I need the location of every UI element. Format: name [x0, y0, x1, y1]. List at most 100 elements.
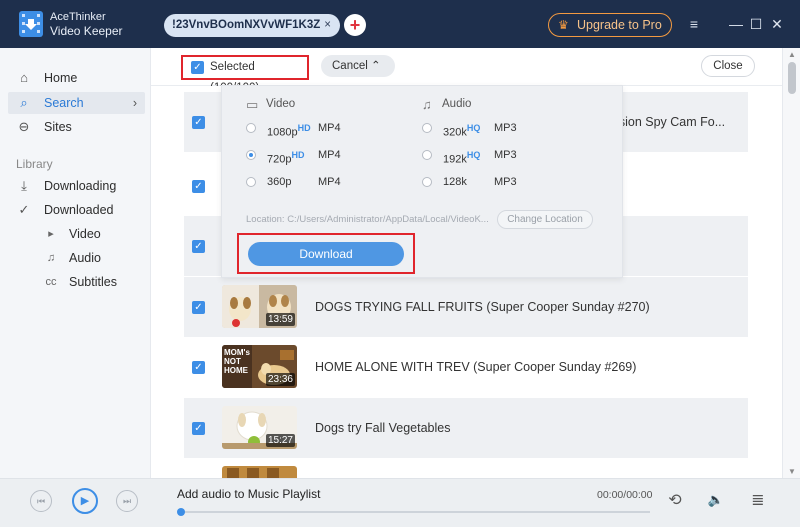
list-item[interactable] [184, 458, 748, 478]
previous-track-icon[interactable]: ⏮ [30, 490, 52, 512]
checkbox-checked-icon: ✓ [191, 61, 204, 74]
list-item[interactable]: ✓ MOM's NOT HOME 23:36 HOME ALONE WITH T… [184, 337, 748, 397]
radio-button[interactable] [422, 177, 432, 187]
maximize-icon[interactable]: ☐ [746, 12, 766, 36]
sidebar-item-label: Audio [69, 251, 101, 265]
repeat-icon[interactable]: ⟲ [664, 490, 686, 510]
cancel-button[interactable]: Cancel ⌃ [321, 55, 395, 77]
close-tab-icon[interactable]: × [324, 14, 331, 37]
cancel-label: Cancel [332, 60, 368, 72]
upgrade-label: Upgrade to Pro [577, 18, 662, 32]
change-location-button[interactable]: Change Location [497, 210, 593, 229]
hq-badge: HQ [466, 150, 481, 160]
volume-icon[interactable]: 🔈 [705, 492, 727, 508]
sidebar-item-label: Search [44, 96, 84, 110]
option-quality: 320k [443, 126, 467, 139]
video-thumbnail[interactable]: 13:59 [222, 285, 297, 328]
home-icon: ⌂ [20, 70, 28, 85]
sidebar-item-label: Sites [44, 120, 72, 134]
minimize-icon[interactable]: — [726, 12, 746, 36]
sites-icon: ⊖ [18, 119, 30, 134]
thumbnail-text: MOM's NOT HOME [224, 348, 250, 375]
play-button[interactable]: ▶ [72, 488, 98, 514]
video-option-1080p[interactable]: 1080pHD MP4 [246, 119, 376, 139]
url-tab-label: !23VnvBOomNXVvWF1K3Z [172, 19, 321, 31]
check-circle-icon: ✓ [18, 202, 30, 217]
video-title: Dogs try Fall Vegetables [315, 421, 451, 435]
list-item[interactable]: ✓ 15:27 Dogs try Fall Vegetables [184, 398, 748, 458]
menu-icon[interactable]: ≡ [684, 12, 704, 36]
row-checkbox[interactable]: ✓ [192, 301, 205, 314]
option-format: MP4 [318, 122, 341, 134]
scroll-down-icon[interactable]: ▼ [783, 467, 800, 476]
app-name-line1: AceThinker [50, 11, 106, 23]
app-name-line2: Video Keeper [50, 24, 123, 38]
library-heading: Library [16, 157, 53, 171]
video-thumbnail[interactable] [222, 466, 297, 478]
sidebar-item-subtitles[interactable]: cc Subtitles [40, 272, 145, 292]
audio-option-192k[interactable]: 192kHQ MP3 [422, 146, 552, 166]
option-quality: 192k [443, 153, 467, 166]
sidebar-item-label: Downloaded [44, 203, 114, 217]
next-track-icon[interactable]: ⏭ [116, 490, 138, 512]
audio-option-320k[interactable]: 320kHQ MP3 [422, 119, 552, 139]
video-camera-icon: ▭ [246, 97, 259, 112]
option-format: MP3 [494, 122, 517, 134]
option-format: MP4 [318, 149, 341, 161]
row-checkbox[interactable]: ✓ [192, 240, 205, 253]
row-checkbox[interactable]: ✓ [192, 180, 205, 193]
upgrade-button[interactable]: ♛ Upgrade to Pro [548, 13, 672, 37]
sidebar-item-sites[interactable]: ⊖ Sites [8, 116, 145, 138]
url-tab[interactable]: !23VnvBOomNXVvWF1K3Z × [164, 14, 340, 37]
video-option-720p[interactable]: 720pHD MP4 [246, 146, 376, 166]
video-thumbnail[interactable]: MOM's NOT HOME 23:36 [222, 345, 297, 388]
select-all-checkbox[interactable]: ✓ Selected (100/100) [181, 55, 309, 94]
option-quality: 128k [443, 176, 467, 188]
app-name: AceThinker Video Keeper [50, 10, 123, 38]
sidebar-item-downloading[interactable]: ⤓ Downloading [8, 175, 145, 197]
duration-badge: 15:27 [265, 434, 295, 447]
radio-button[interactable] [422, 150, 432, 160]
option-quality: 720p [267, 153, 292, 166]
download-highlight: Download [237, 233, 415, 274]
chevron-up-icon: ⌃ [371, 60, 381, 72]
scrollbar-thumb[interactable] [788, 62, 796, 94]
row-checkbox[interactable]: ✓ [192, 361, 205, 374]
video-group-heading: ▭ Video [246, 97, 296, 112]
sidebar-item-search[interactable]: ⌕ Search › [8, 92, 145, 114]
music-note-icon: ♫ [46, 252, 56, 264]
video-group-label: Video [266, 98, 296, 110]
add-tab-button[interactable]: + [344, 14, 366, 36]
sidebar-item-audio[interactable]: ♫ Audio [40, 248, 145, 268]
radio-button[interactable] [246, 123, 256, 133]
playlist-icon[interactable]: ≣ [747, 490, 769, 510]
sidebar-item-video[interactable]: ▸ Video [40, 224, 145, 244]
row-checkbox[interactable]: ✓ [192, 116, 205, 129]
sidebar-item-home[interactable]: ⌂ Home [8, 67, 145, 89]
radio-button[interactable] [422, 123, 432, 133]
hd-badge: HD [297, 123, 311, 133]
progress-handle[interactable] [177, 508, 185, 516]
video-thumbnail[interactable]: 15:27 [222, 406, 297, 449]
playback-progress-bar[interactable] [177, 508, 650, 516]
dog-thumbnail-image [222, 466, 297, 478]
list-toolbar: ✓ Selected (100/100) Cancel ⌃ Close [151, 48, 800, 94]
audio-option-128k[interactable]: 128k MP3 [422, 173, 552, 191]
list-item[interactable]: ✓ 13:59 DOGS TRYING FALL FRUITS (Super C… [184, 277, 748, 337]
cc-icon: cc [45, 276, 57, 288]
sidebar-item-downloaded[interactable]: ✓ Downloaded [8, 199, 145, 221]
duration-badge: 13:59 [265, 313, 295, 326]
close-window-icon[interactable]: ✕ [767, 12, 787, 36]
scroll-up-icon[interactable]: ▲ [783, 50, 800, 59]
download-button[interactable]: Download [248, 242, 404, 266]
close-button[interactable]: Close [701, 55, 755, 77]
row-checkbox[interactable]: ✓ [192, 422, 205, 435]
vertical-scrollbar[interactable]: ▲ ▼ [782, 48, 800, 478]
app-logo-icon [19, 11, 43, 37]
radio-button-selected[interactable] [246, 150, 256, 160]
search-icon: ⌕ [20, 95, 28, 110]
playback-time: 00:00/00:00 [597, 489, 653, 501]
title-bar: AceThinker Video Keeper !23VnvBOomNXVvWF… [0, 0, 800, 48]
radio-button[interactable] [246, 177, 256, 187]
video-option-360p[interactable]: 360p MP4 [246, 173, 376, 191]
